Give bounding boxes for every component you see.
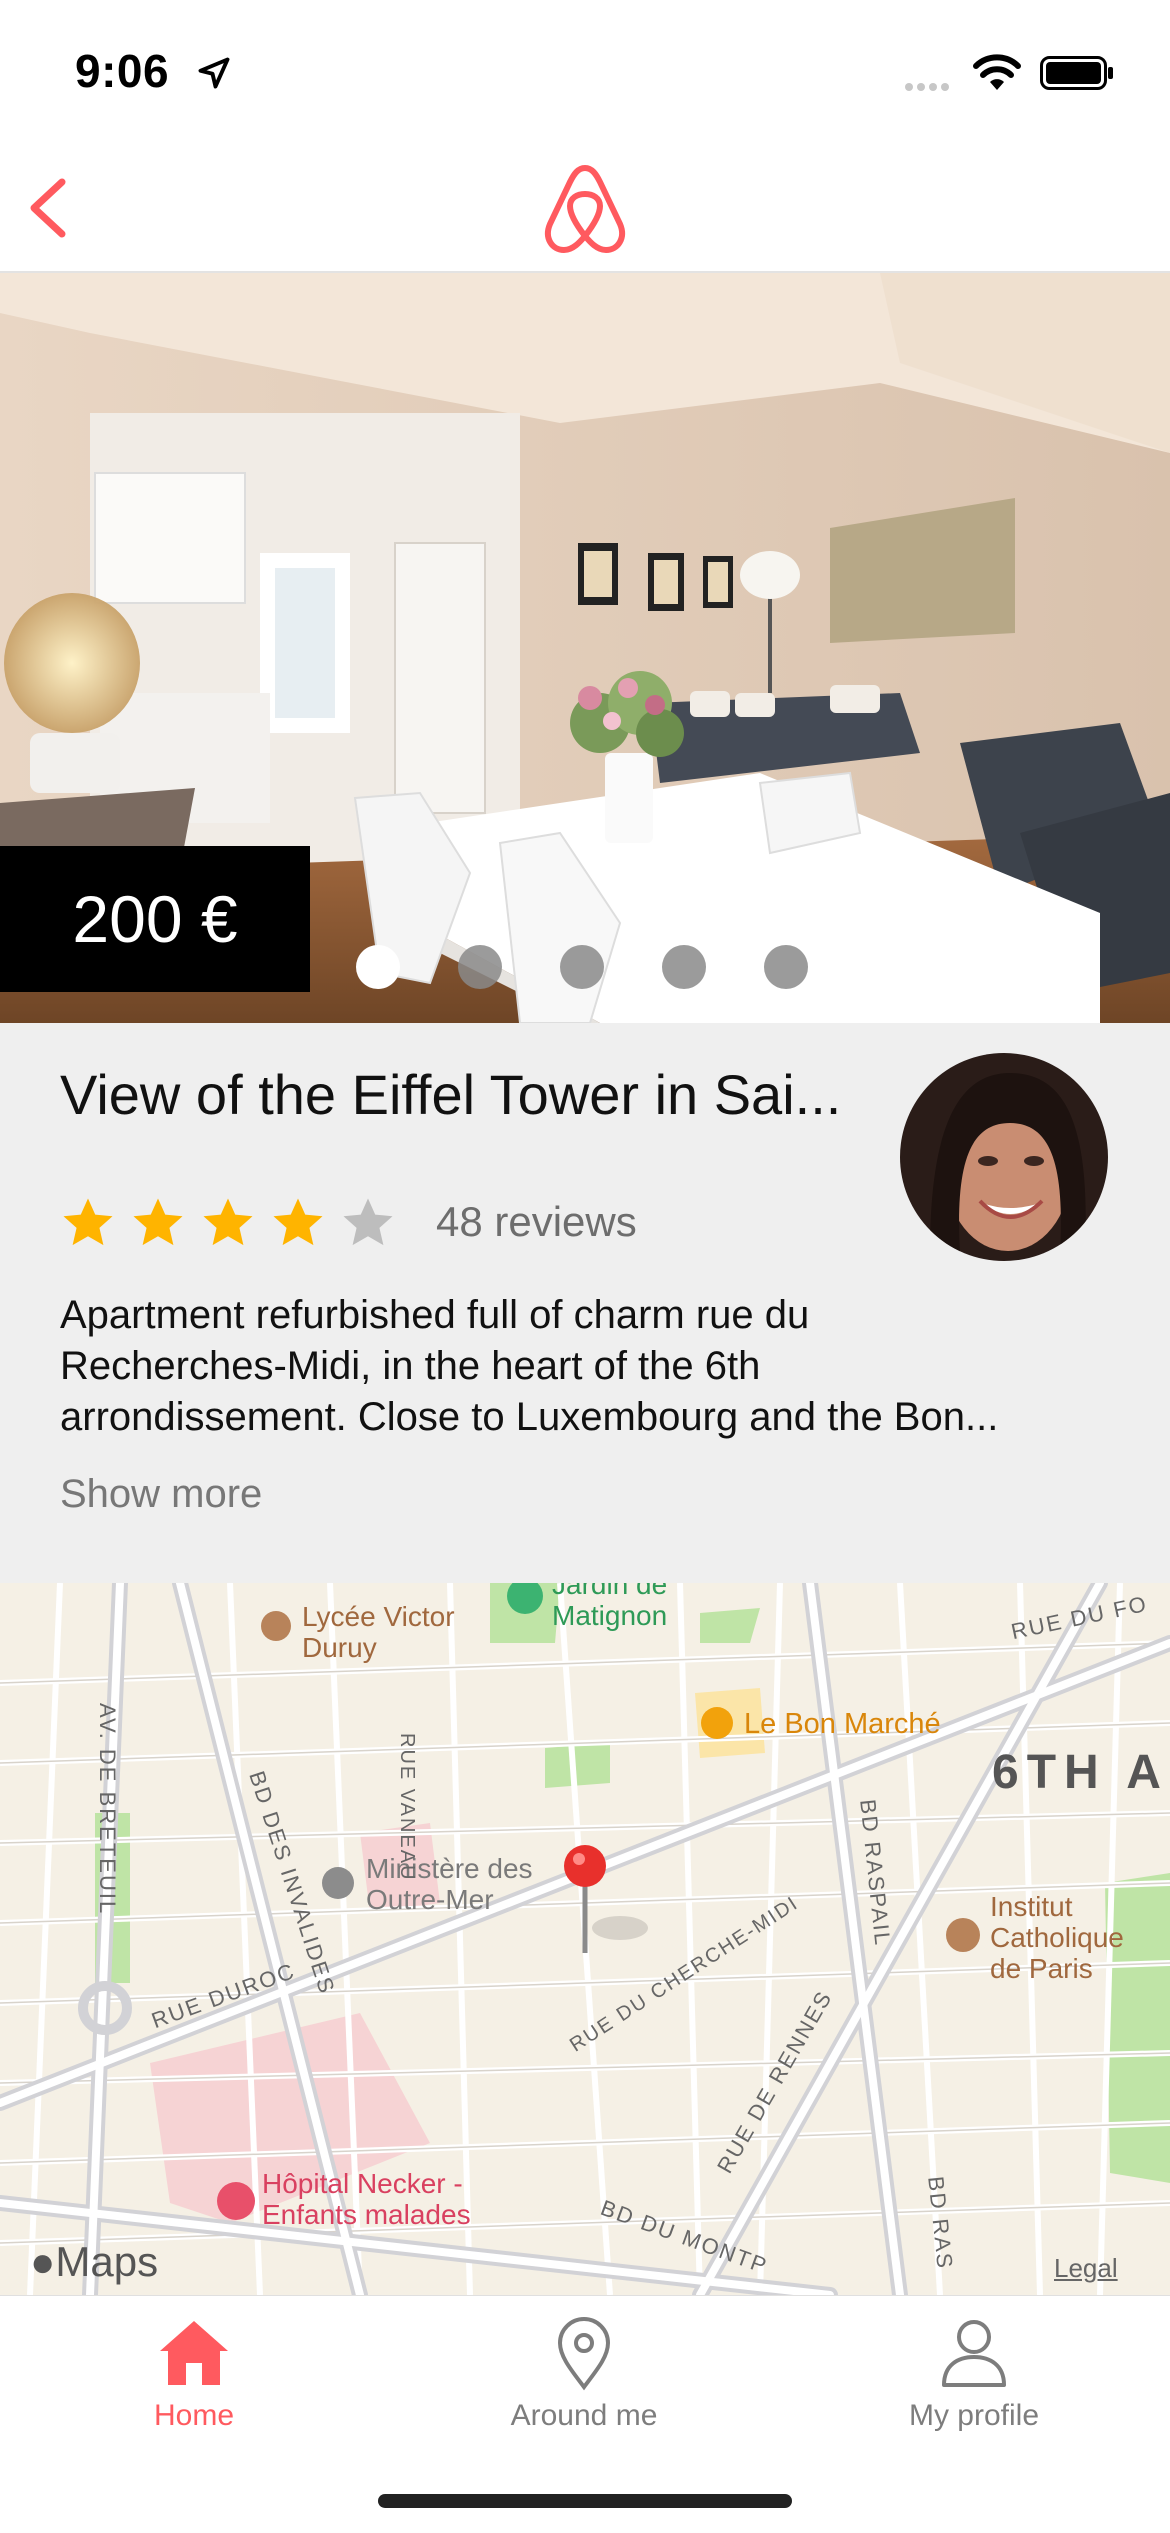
star-filled-icon	[273, 1198, 323, 1246]
tab-my-profile[interactable]: My profile	[824, 2305, 1124, 2455]
cellular-signal-icon	[905, 78, 953, 96]
apple-maps-logo: ●Maps	[30, 2238, 159, 2285]
location-arrow-icon	[198, 57, 230, 89]
home-indicator[interactable]	[378, 2494, 792, 2508]
description-line: Apartment refurbished full of charm rue …	[60, 1293, 810, 1337]
apple-logo-icon: ●	[30, 2238, 56, 2285]
show-more-button[interactable]: Show more	[60, 1472, 262, 1517]
map-label-6th: 6TH A	[992, 1746, 1169, 1799]
tab-home[interactable]: Home	[44, 2305, 344, 2455]
rating-stars	[60, 1195, 396, 1251]
location-pin-icon	[557, 2317, 611, 2391]
listing-title: View of the Eiffel Tower in Sai...	[60, 1063, 842, 1126]
map-label-jardin: Jardin de Matignon	[552, 1583, 668, 1631]
map-label-street: RUE VANEAU	[396, 1733, 418, 1882]
tab-around-me[interactable]: Around me	[434, 2305, 734, 2455]
page-dot-5[interactable]	[764, 945, 808, 989]
listing-description: Apartment refurbished full of charm rue …	[60, 1290, 1100, 1443]
page-dot-4[interactable]	[662, 945, 706, 989]
back-button[interactable]	[20, 168, 80, 248]
tab-label: My profile	[908, 2399, 1040, 2432]
wifi-icon	[973, 54, 1021, 90]
host-avatar[interactable]	[900, 1053, 1108, 1261]
host-photo	[900, 1053, 1108, 1261]
map-label-street: AV. DE BRETEUIL	[95, 1703, 120, 1916]
map-label-lycee: Lycée Victor Duruy	[302, 1601, 455, 1663]
legal-link[interactable]: Legal	[1054, 2253, 1118, 2284]
map-label-ministere: Ministère des Outre-Mer	[366, 1853, 533, 1915]
price-badge: 200 €	[0, 846, 310, 992]
map-label-bon-marche: Le Bon Marché	[744, 1708, 941, 1740]
map-label-hopital: Hôpital Necker - Enfants malades	[262, 2168, 471, 2230]
tab-label: Home	[153, 2399, 235, 2432]
chevron-left-icon	[30, 178, 66, 238]
description-line: Recherches-Midi, in the heart of the 6th	[60, 1344, 761, 1388]
photo-pagination[interactable]	[356, 945, 808, 989]
page-dot-2[interactable]	[458, 945, 502, 989]
star-empty-icon	[343, 1198, 393, 1246]
battery-icon	[1040, 56, 1113, 90]
star-filled-icon	[133, 1198, 183, 1246]
reviews-count[interactable]: 48 reviews	[436, 1198, 637, 1246]
status-time: 9:06	[75, 45, 170, 97]
airbnb-logo-icon	[544, 165, 626, 253]
map-label-institut: Institut Catholique de Paris	[990, 1891, 1124, 1984]
home-icon	[160, 2321, 228, 2385]
description-line: arrondissement. Close to Luxembourg and …	[60, 1395, 999, 1439]
location-map[interactable]: Lycée Victor Duruy Jardin de Matignon Le B…	[0, 1583, 1170, 2295]
tab-label: Around me	[510, 2399, 658, 2432]
star-filled-icon	[203, 1198, 253, 1246]
page-dot-1[interactable]	[356, 945, 400, 989]
page-dot-3[interactable]	[560, 945, 604, 989]
star-filled-icon	[63, 1198, 113, 1246]
person-icon	[942, 2320, 1006, 2387]
